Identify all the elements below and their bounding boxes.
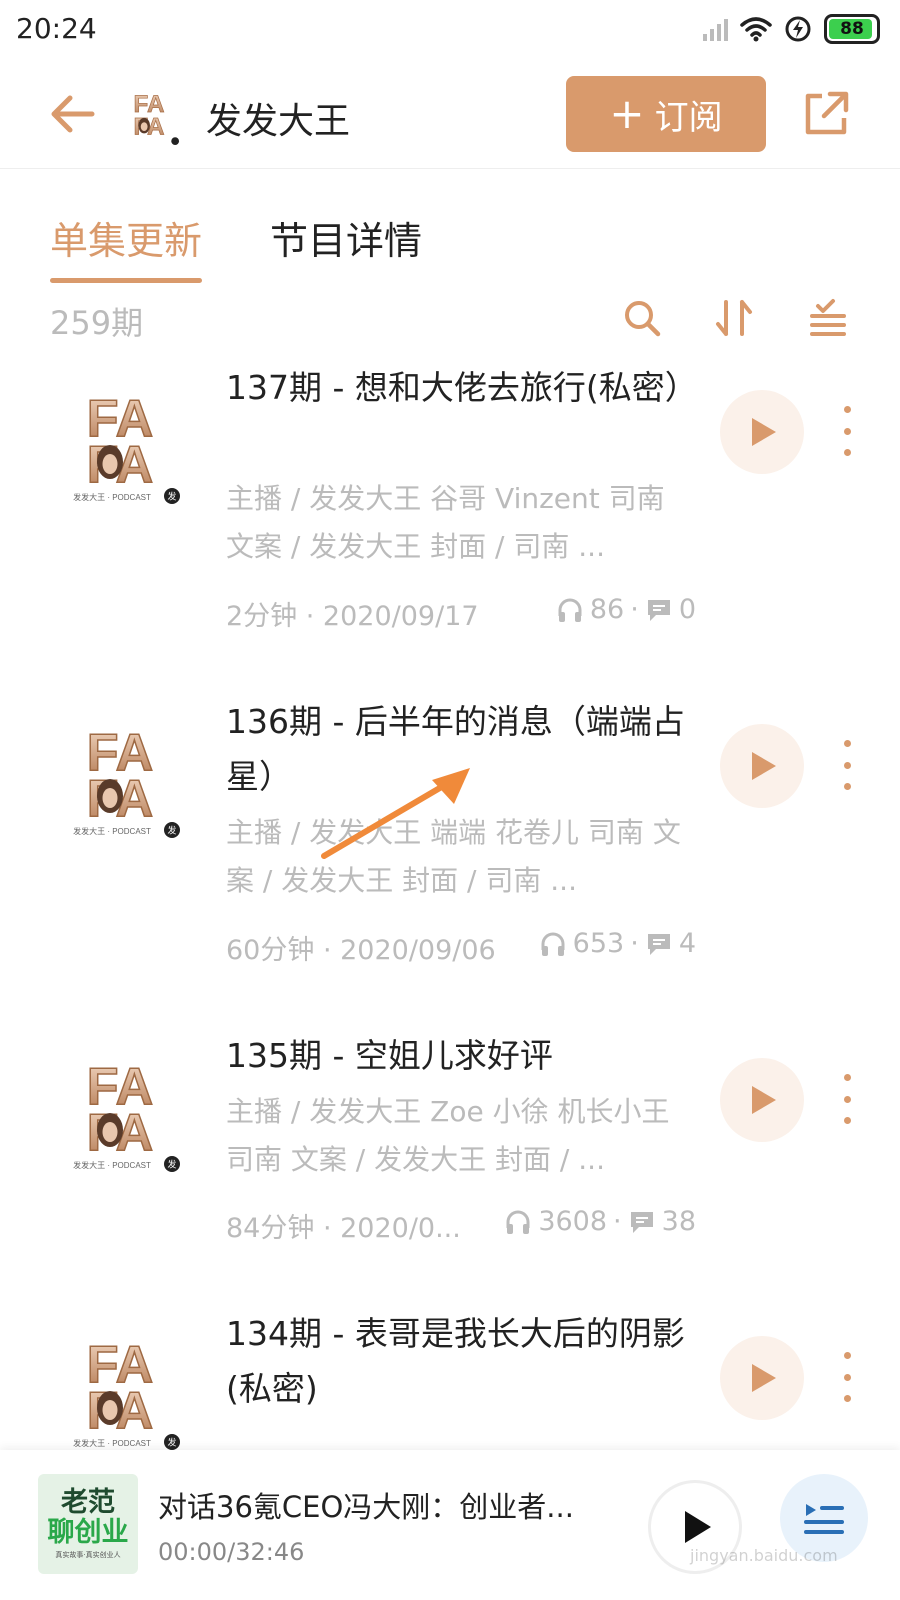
headphones-icon xyxy=(506,1210,530,1234)
meta-separator: · xyxy=(630,928,639,959)
play-count: 653 xyxy=(572,928,625,959)
tab-program-details[interactable]: 节目详情 xyxy=(270,210,422,265)
episode-meta: 84分钟 · 2020/0... 3608 · 38 xyxy=(226,1200,696,1244)
share-icon[interactable] xyxy=(800,88,852,140)
episode-credits: 主播 / 发发大王 Zoe 小徐 机长小王 司南 文案 / 发发大王 封面 / … xyxy=(226,1095,670,1176)
player-cover-line1: 老范 xyxy=(61,1487,115,1518)
status-time: 20:24 xyxy=(16,12,97,45)
play-count: 3608 xyxy=(538,1206,608,1237)
svg-text:发: 发 xyxy=(167,491,176,503)
episode-meta: 60分钟 · 2020/09/06 653 · 4 xyxy=(226,922,696,966)
svg-text:发发大王 · PODCAST: 发发大王 · PODCAST xyxy=(73,1160,151,1170)
comment-icon xyxy=(647,599,670,621)
comment-icon xyxy=(630,1211,653,1233)
page-title: 发发大王 xyxy=(206,101,351,142)
play-icon xyxy=(752,752,776,780)
headphones-icon xyxy=(558,598,582,622)
headphones-icon xyxy=(541,932,565,956)
status-bar: 20:24 88 xyxy=(0,0,900,62)
episode-cover[interactable]: FA FA 发发大王 · PODCAST 发 xyxy=(54,1324,182,1452)
more-vertical-icon[interactable] xyxy=(832,1352,862,1402)
mini-player[interactable]: 老范 聊创业 真实故事·真实创业人 对话36氪CEO冯大刚：创业者... 00:… xyxy=(0,1450,900,1600)
svg-text:发发大王 · PODCAST: 发发大王 · PODCAST xyxy=(73,826,151,836)
player-track-title[interactable]: 对话36氪CEO冯大刚：创业者... xyxy=(158,1484,598,1526)
app-header: FA FA 发发大王 + 订阅 xyxy=(0,62,900,169)
meta-separator: · xyxy=(630,594,639,625)
player-cover[interactable]: 老范 聊创业 真实故事·真实创业人 xyxy=(38,1474,138,1574)
search-icon[interactable] xyxy=(620,296,664,340)
play-icon xyxy=(752,1086,776,1114)
episode-cover[interactable]: FA FA 发发大王 · PODCAST 发 xyxy=(54,712,182,840)
episode-title[interactable]: 135期 - 空姐儿求好评 xyxy=(226,1028,696,1083)
svg-text:发发大王 · PODCAST: 发发大王 · PODCAST xyxy=(73,492,151,502)
meta-separator: · xyxy=(613,1206,622,1237)
play-button[interactable] xyxy=(720,724,804,808)
play-count: 86 xyxy=(589,594,625,625)
playlist-icon xyxy=(804,1504,844,1534)
play-icon xyxy=(685,1511,711,1543)
svg-text:发发大王 · PODCAST: 发发大王 · PODCAST xyxy=(73,1438,151,1448)
play-button[interactable] xyxy=(720,390,804,474)
wifi-icon xyxy=(740,17,772,42)
play-icon xyxy=(752,418,776,446)
episode-title[interactable]: 134期 - 表哥是我长大后的阴影(私密) xyxy=(226,1306,696,1416)
comment-count: 38 xyxy=(661,1206,696,1237)
sort-icon[interactable] xyxy=(712,296,756,340)
svg-text:发: 发 xyxy=(167,1437,176,1449)
episode-item[interactable]: FA FA 发发大王 · PODCAST 发 135期 - 空姐儿求好评 主播 … xyxy=(0,1028,900,1298)
podcast-logo[interactable]: FA FA xyxy=(118,84,180,146)
episode-item[interactable]: FA FA 发发大王 · PODCAST 发 137期 - 想和大佬去旅行(私密… xyxy=(0,360,900,632)
svg-text:发: 发 xyxy=(167,1159,176,1171)
player-cover-line2: 聊创业 xyxy=(47,1517,129,1548)
episode-duration-date: 2分钟 · 2020/09/17 xyxy=(226,601,479,632)
play-button[interactable] xyxy=(720,1058,804,1142)
more-vertical-icon[interactable] xyxy=(832,1074,862,1124)
player-cover-caption: 真实故事·真实创业人 xyxy=(55,1551,121,1559)
filter-list-icon[interactable] xyxy=(806,296,850,340)
battery-level: 88 xyxy=(840,19,864,39)
subscribe-label: 订阅 xyxy=(654,97,723,138)
more-vertical-icon[interactable] xyxy=(832,406,862,456)
back-arrow-icon[interactable] xyxy=(44,86,100,142)
svg-text:发: 发 xyxy=(167,825,176,837)
charging-icon xyxy=(785,16,811,42)
play-button[interactable] xyxy=(720,1336,804,1420)
episode-cover[interactable]: FA FA 发发大王 · PODCAST 发 xyxy=(54,1046,182,1174)
episode-toolbar: 259期 xyxy=(0,292,900,352)
episode-cover[interactable]: FA FA 发发大王 · PODCAST 发 xyxy=(54,378,182,506)
episode-count: 259期 xyxy=(50,304,144,342)
episode-credits: 主播 / 发发大王 谷哥 Vinzent 司南 文案 / 发发大王 封面 / 司… xyxy=(226,482,665,563)
tab-bar: 单集更新 节目详情 xyxy=(0,200,900,283)
more-vertical-icon[interactable] xyxy=(832,740,862,790)
tab-episode-updates[interactable]: 单集更新 xyxy=(50,210,203,283)
plus-icon: + xyxy=(609,89,645,138)
episode-duration-date: 60分钟 · 2020/09/06 xyxy=(226,935,496,966)
subscribe-button[interactable]: + 订阅 xyxy=(566,76,766,152)
comment-count: 0 xyxy=(678,594,696,625)
system-icons: 88 xyxy=(703,14,880,44)
comment-icon xyxy=(647,933,670,955)
watermark-text: jingyan.baidu.com xyxy=(690,1546,838,1565)
battery-indicator: 88 xyxy=(824,14,880,44)
episode-title[interactable]: 137期 - 想和大佬去旅行(私密） xyxy=(226,360,698,415)
comment-count: 4 xyxy=(678,928,696,959)
annotation-arrow xyxy=(321,768,470,859)
signal-icon xyxy=(703,17,728,41)
play-icon xyxy=(752,1364,776,1392)
episode-duration-date: 84分钟 · 2020/0... xyxy=(226,1213,461,1244)
player-time: 00:00/32:46 xyxy=(158,1538,305,1566)
episode-meta: 2分钟 · 2020/09/17 86 · 0 xyxy=(226,588,696,632)
